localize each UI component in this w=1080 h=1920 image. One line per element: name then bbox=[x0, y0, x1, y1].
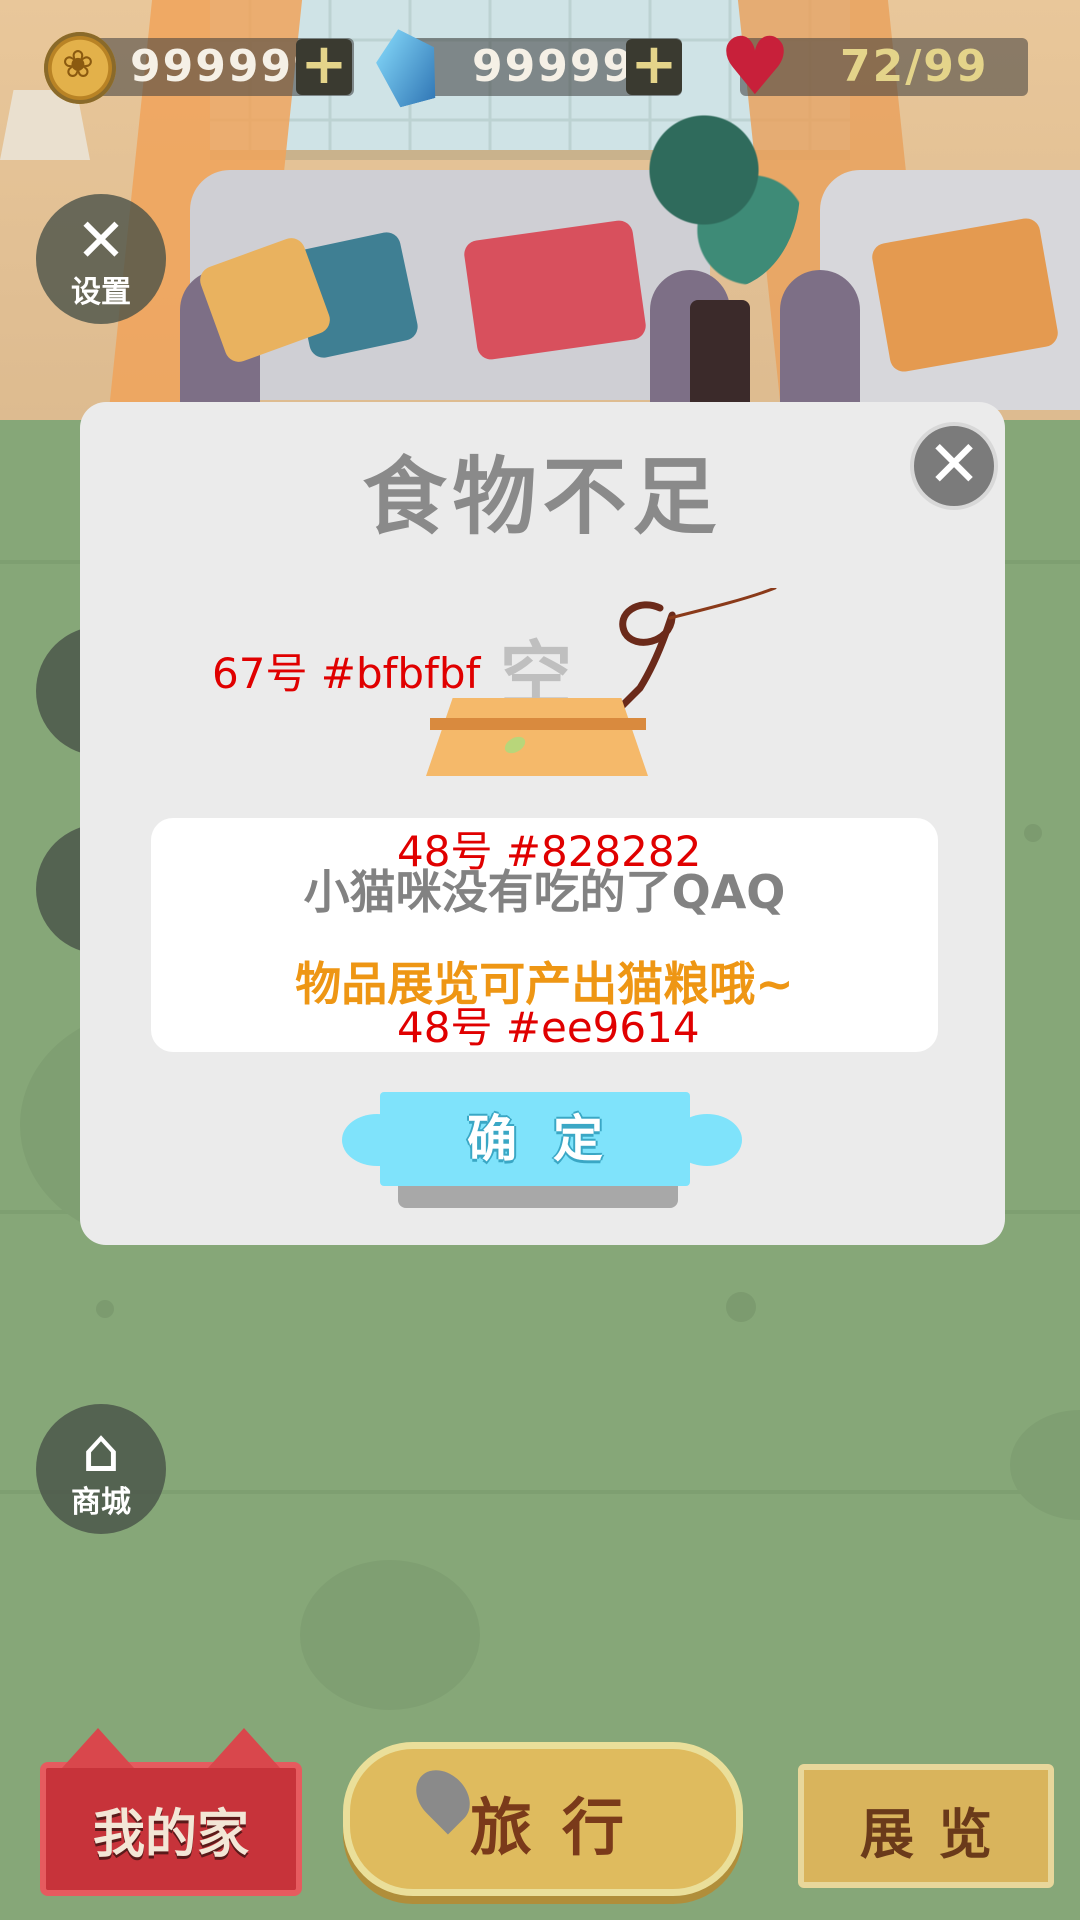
add-coins-button[interactable]: + bbox=[296, 37, 352, 95]
shop-button[interactable]: ⌂ 商城 bbox=[36, 1404, 166, 1534]
settings-button[interactable]: ✕ 设置 bbox=[36, 194, 166, 324]
wrench-screwdriver-icon: ✕ bbox=[75, 206, 127, 276]
dialog-title: 食物不足 bbox=[362, 448, 723, 546]
coin-icon bbox=[44, 32, 116, 104]
shop-icon: ⌂ bbox=[81, 1416, 121, 1486]
nav-travel-button[interactable]: 旅行 bbox=[343, 1742, 743, 1896]
floor-dot bbox=[96, 1300, 114, 1318]
plant-pot bbox=[690, 300, 750, 410]
nav-exhibit-button[interactable]: 展览 bbox=[798, 1764, 1054, 1888]
annotation-empty-style: 67号 #bfbfbf bbox=[212, 649, 481, 698]
cat-ear-right bbox=[208, 1728, 280, 1768]
food-shortage-dialog: 食物不足 ✕ 67号 #bfbfbf 空 48号 #828282 小猫咪没有吃的… bbox=[80, 402, 1005, 1245]
heart-amount: 72/99 bbox=[840, 41, 989, 92]
rug bbox=[300, 1560, 480, 1710]
confirm-button[interactable]: 确定 bbox=[380, 1092, 690, 1186]
swirl-decoration bbox=[610, 588, 777, 722]
nav-home-label: 我的家 bbox=[92, 1805, 249, 1865]
empty-food-bowl bbox=[426, 698, 648, 776]
confirm-button-wrap: 确定 bbox=[342, 1092, 742, 1208]
floor-dot bbox=[726, 1292, 756, 1322]
annotation-message-orange: 48号 #ee9614 bbox=[397, 1003, 700, 1052]
shop-label: 商城 bbox=[71, 1485, 131, 1520]
cat-ear-left bbox=[62, 1728, 134, 1768]
pillow-red bbox=[462, 218, 648, 362]
bowl-stripe bbox=[430, 718, 646, 730]
message-panel: 48号 #828282 小猫咪没有吃的了QAQ 物品展览可产出猫粮哦~ 48号 … bbox=[151, 818, 938, 1052]
nav-travel-label: 旅行 bbox=[470, 1791, 655, 1864]
nav-exhibit-label: 展览 bbox=[860, 1803, 1016, 1866]
add-gems-button[interactable]: + bbox=[626, 37, 682, 95]
close-button[interactable]: ✕ bbox=[910, 422, 998, 510]
floor-dot bbox=[1024, 824, 1042, 842]
gem-amount: 99999 bbox=[472, 41, 636, 92]
nav-home-button[interactable]: 我的家 bbox=[40, 1728, 302, 1896]
plant bbox=[640, 90, 800, 290]
heart-icon: ♥ bbox=[719, 20, 791, 113]
settings-label: 设置 bbox=[71, 275, 131, 310]
message-no-food: 小猫咪没有吃的了QAQ bbox=[303, 865, 786, 919]
